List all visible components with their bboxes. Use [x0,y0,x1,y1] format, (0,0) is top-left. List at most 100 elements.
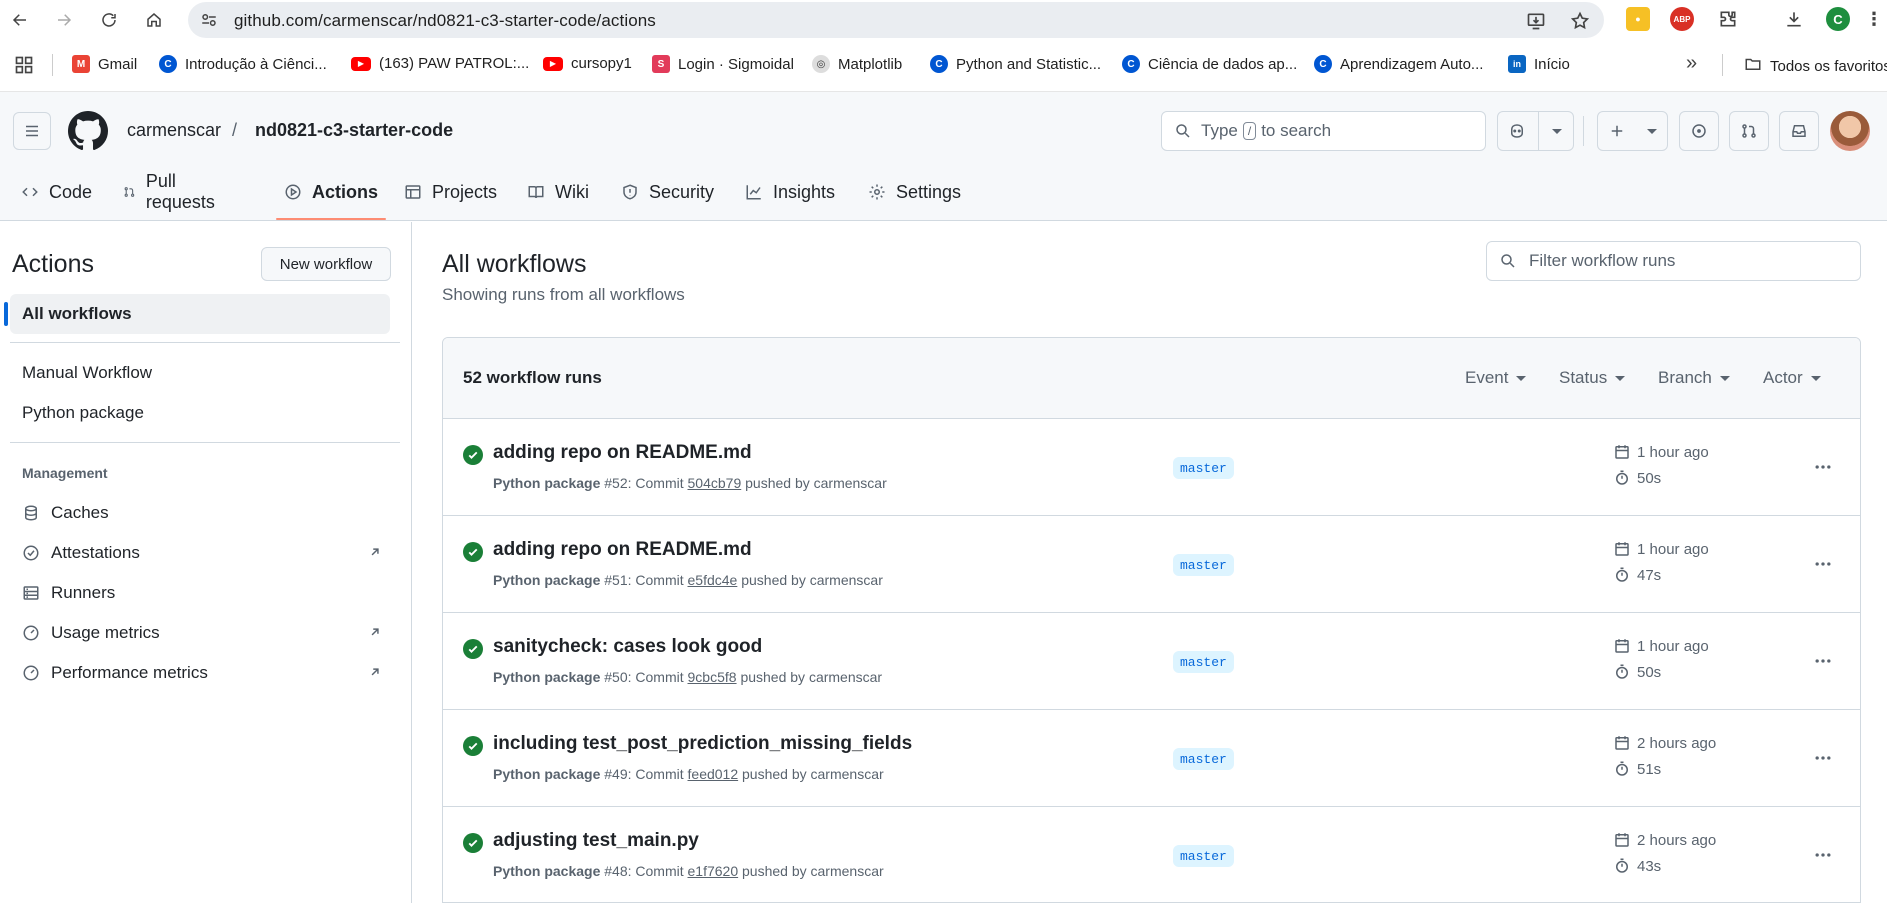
bookmark-coursera-1[interactable]: C Introdução à Ciênci... [159,55,327,73]
kebab-menu-icon[interactable] [1811,843,1835,867]
workflow-run-row[interactable]: adding repo on README.md Python package … [443,419,1860,516]
bookmark-sigmoidal[interactable]: S Login · Sigmoidal [652,55,794,73]
workflow-run-row[interactable]: adding repo on README.md Python package … [443,516,1860,613]
chevron-down-icon [1516,375,1527,381]
adblock-icon[interactable]: ABP [1670,7,1694,31]
sidebar-item-manual-workflow[interactable]: Manual Workflow [10,353,390,393]
kebab-menu-icon[interactable] [1811,649,1835,673]
workflow-run-row[interactable]: adjusting test_main.py Python package #4… [443,807,1860,902]
branch-label[interactable]: master [1173,845,1234,867]
management-item-label: Caches [51,503,109,522]
tab-pull-requests[interactable]: Pull requests [123,164,220,220]
reload-icon[interactable] [97,8,121,32]
actor-filter-dropdown[interactable]: Actor [1763,368,1821,388]
browser-menu-icon[interactable]: ⋮ [1862,7,1886,31]
run-number: #50 [604,669,628,685]
tab-security[interactable]: Security [621,164,714,220]
bookmark-label: cursopy1 [571,55,632,72]
filter-workflow-runs-input[interactable]: Filter workflow runs [1486,241,1861,281]
success-check-icon [463,639,483,659]
extensions-puzzle-icon[interactable] [1716,7,1740,31]
new-workflow-button[interactable]: New workflow [261,247,391,281]
commit-sha-link[interactable]: e1f7620 [688,863,739,879]
all-bookmarks-folder[interactable]: Todos os favoritos [1744,55,1887,77]
play-icon [285,184,301,200]
bookmark-coursera-3[interactable]: C Ciência de dados ap... [1122,55,1297,73]
kebab-menu-icon[interactable] [1811,552,1835,576]
tab-insights[interactable]: Insights [745,164,835,220]
sidebar-item-caches[interactable]: Caches [22,496,382,530]
site-settings-icon[interactable] [200,11,218,29]
branch-label[interactable]: master [1173,457,1234,479]
kebab-menu-icon[interactable] [1811,455,1835,479]
tab-wiki[interactable]: Wiki [527,164,589,220]
copilot-button[interactable] [1497,111,1574,151]
sidebar-item-all-workflows[interactable]: All workflows [4,294,390,334]
commit-sha-link[interactable]: 504cb79 [688,475,742,491]
run-title-link[interactable]: including test_post_prediction_missing_f… [493,733,912,755]
workflow-run-row[interactable]: sanitycheck: cases look good Python pack… [443,613,1860,710]
create-new-button[interactable] [1597,111,1668,151]
database-icon [25,505,37,521]
tab-projects[interactable]: Projects [404,164,497,220]
user-avatar[interactable] [1830,111,1870,151]
sidebar-item-usage-metrics[interactable]: Usage metrics [22,616,382,650]
commit-sha-link[interactable]: 9cbc5f8 [688,669,737,685]
branch-label[interactable]: master [1173,651,1234,673]
sidebar-item-attestations[interactable]: Attestations [22,536,382,570]
breadcrumb-repo[interactable]: nd0821-c3-starter-code [255,120,453,141]
install-app-icon[interactable] [1526,11,1546,31]
sidebar-item-performance-metrics[interactable]: Performance metrics [22,656,382,690]
bookmark-coursera-2[interactable]: C Python and Statistic... [930,55,1101,73]
branch-filter-dropdown[interactable]: Branch [1658,368,1730,388]
apps-grid-icon[interactable] [14,55,34,79]
actions-sidebar: Actions New workflow All workflows Manua… [0,222,412,903]
profile-avatar[interactable]: C [1826,7,1850,31]
url-text[interactable]: github.com/carmenscar/nd0821-c3-starter-… [234,11,656,31]
tab-label: Security [649,181,715,202]
address-bar[interactable]: github.com/carmenscar/nd0821-c3-starter-… [188,2,1604,38]
tab-actions[interactable]: Actions [275,164,387,220]
commit-sha-link[interactable]: feed012 [688,766,739,782]
branch-label[interactable]: master [1173,748,1234,770]
breadcrumb-owner[interactable]: carmenscar [127,120,221,141]
status-filter-dropdown[interactable]: Status [1559,368,1626,388]
event-filter-dropdown[interactable]: Event [1465,368,1527,388]
inbox-button[interactable] [1779,111,1819,151]
run-title-link[interactable]: adding repo on README.md [493,539,752,561]
verified-icon [23,545,39,561]
tab-settings[interactable]: Settings [868,164,961,220]
branch-label[interactable]: master [1173,554,1234,576]
download-icon[interactable] [1782,7,1806,31]
bookmark-youtube-1[interactable]: ▶ (163) PAW PATROL:... [351,55,529,72]
workflow-run-row[interactable]: including test_post_prediction_missing_f… [443,710,1860,807]
tab-code[interactable]: Code [21,164,92,220]
run-duration-value: 43s [1637,857,1662,875]
sidebar-item-python-package[interactable]: Python package [10,393,390,433]
issues-button[interactable] [1679,111,1719,151]
commit-sha-link[interactable]: e5fdc4e [688,572,738,588]
run-title-link[interactable]: adjusting test_main.py [493,830,699,852]
run-title-link[interactable]: adding repo on README.md [493,442,752,464]
more-bookmarks-button[interactable]: » [1686,52,1697,75]
bookmark-star-icon[interactable] [1570,11,1590,31]
success-check-icon [463,542,483,562]
home-icon[interactable] [142,8,166,32]
kebab-menu-icon[interactable] [1811,746,1835,770]
hamburger-menu-button[interactable] [13,112,51,150]
run-number: #52 [604,475,628,491]
extension-keep-icon[interactable]: ● [1626,7,1650,31]
back-icon[interactable] [8,8,32,32]
bookmark-youtube-2[interactable]: ▶ cursopy1 [543,55,632,72]
bookmark-linkedin[interactable]: in Início [1508,55,1570,73]
forward-icon[interactable] [52,8,76,32]
run-title-link[interactable]: sanitycheck: cases look good [493,636,762,658]
pull-requests-button[interactable] [1729,111,1769,151]
global-search-input[interactable]: Type / to search [1161,111,1486,151]
bookmark-label: Introdução à Ciênci... [185,55,327,73]
github-logo-icon[interactable] [68,111,108,154]
bookmark-coursera-4[interactable]: C Aprendizagem Auto... [1314,55,1483,73]
bookmark-gmail[interactable]: M Gmail [72,55,137,73]
sidebar-item-runners[interactable]: Runners [22,576,382,610]
bookmark-matplotlib[interactable]: ◎ Matplotlib [812,55,902,73]
